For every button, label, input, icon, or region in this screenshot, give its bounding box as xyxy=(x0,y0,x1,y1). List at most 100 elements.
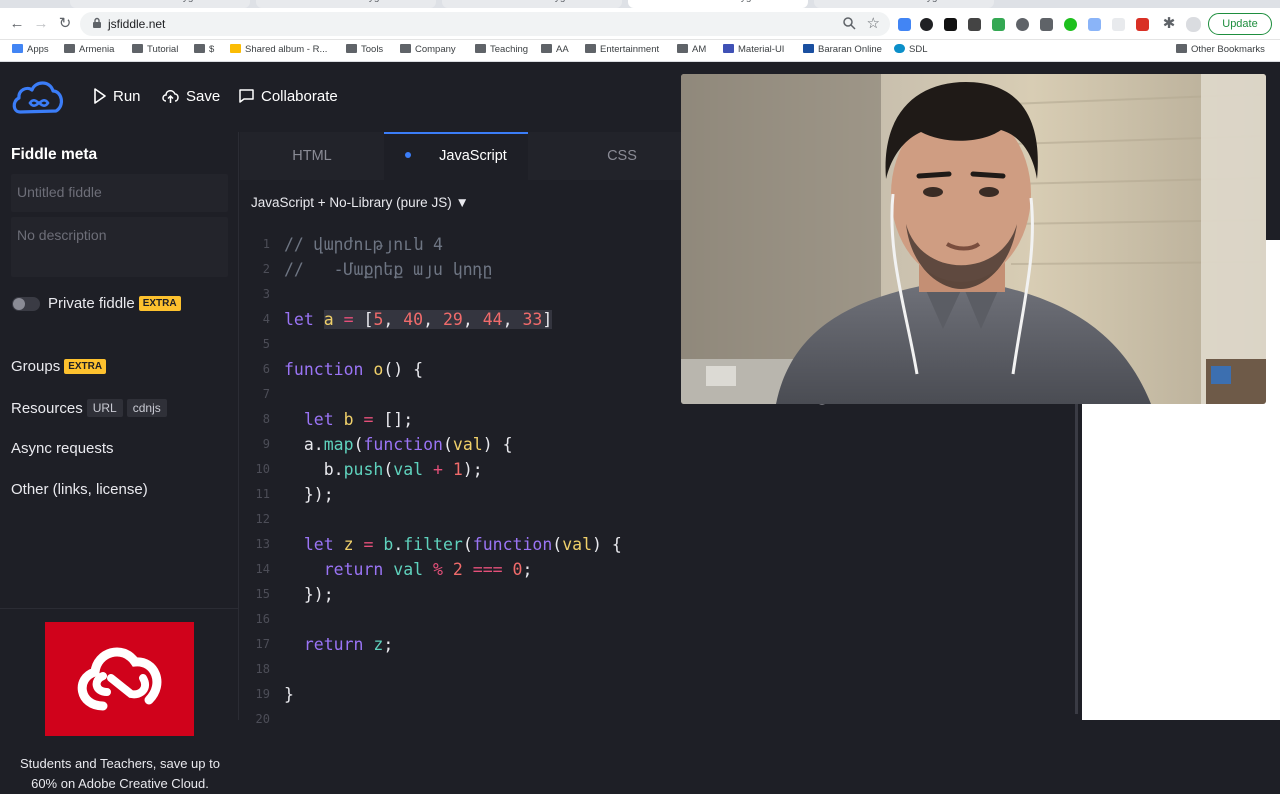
bookmark-folder[interactable]: Armenia xyxy=(64,44,114,55)
bookmark-link[interactable]: SDL xyxy=(894,44,927,55)
back-icon[interactable]: ← xyxy=(8,15,26,33)
bookmark-folder[interactable]: $ xyxy=(194,44,214,55)
bookmark-star-icon[interactable]: ☆ xyxy=(867,14,880,32)
folder-icon xyxy=(346,44,357,53)
extra-badge: EXTRA xyxy=(138,296,181,311)
fiddle-title-input[interactable]: Untitled fiddle xyxy=(11,174,228,212)
extension-icon[interactable] xyxy=(898,18,911,31)
folder-icon xyxy=(585,44,596,53)
extension-icon[interactable] xyxy=(1016,18,1029,31)
update-button[interactable]: Update xyxy=(1208,13,1272,35)
fiddle-description-input[interactable]: No description xyxy=(11,217,228,277)
extension-icon[interactable] xyxy=(1136,18,1149,31)
folder-icon xyxy=(132,44,143,53)
modified-dot-icon xyxy=(405,152,412,158)
bookmark-link[interactable]: Shared album - R... xyxy=(230,44,327,55)
tab-javascript[interactable]: JavaScript xyxy=(384,132,528,180)
ad-text[interactable]: Students and Teachers, save up to 60% on… xyxy=(8,754,232,794)
address-bar[interactable]: jsfiddle.net ☆ xyxy=(80,12,890,36)
resources-cdnjs-badge[interactable]: cdnjs xyxy=(126,399,167,417)
tab-html[interactable]: HTML xyxy=(240,132,384,180)
forward-icon[interactable]: → xyxy=(32,15,50,33)
code-line: 11 }); xyxy=(255,485,334,504)
sidebar-item-groups[interactable]: Groups EXTRA xyxy=(11,358,107,375)
browser-tab[interactable]: JSFiddle - Code Playground xyxy=(442,0,622,8)
photos-icon xyxy=(230,44,241,53)
webcam-video-overlay xyxy=(681,74,1266,404)
code-line: 10 b.push(val + 1); xyxy=(255,460,483,479)
run-button[interactable]: Run xyxy=(93,88,141,105)
browser-tab-strip: JSFiddle - Code Playground JSFiddle - Co… xyxy=(0,0,1280,8)
bookmark-link[interactable]: Material-UI xyxy=(723,44,784,55)
chat-icon xyxy=(239,89,254,103)
sidebar-item-async-requests[interactable]: Async requests xyxy=(11,440,114,457)
code-line: 13 let z = b.filter(function(val) { xyxy=(255,535,622,554)
tab-css[interactable]: CSS xyxy=(550,132,694,180)
save-button[interactable]: Save xyxy=(161,88,220,105)
bookmark-folder[interactable]: Company xyxy=(400,44,456,55)
code-line: 14 return val % 2 === 0; xyxy=(255,560,533,579)
private-fiddle-toggle[interactable] xyxy=(12,297,40,311)
webcam-person-image xyxy=(681,74,1266,404)
sdl-icon xyxy=(894,44,905,53)
bookmark-apps[interactable]: Apps xyxy=(12,44,49,55)
browser-tab-active[interactable]: JSFiddle - Code Playground xyxy=(628,0,808,8)
play-icon xyxy=(94,88,106,104)
code-line: 16 xyxy=(255,612,270,626)
ad-banner[interactable] xyxy=(45,622,194,736)
creative-cloud-logo xyxy=(77,647,162,711)
sidebar-item-other[interactable]: Other (links, license) xyxy=(11,481,148,498)
zoom-icon[interactable] xyxy=(842,16,856,30)
scrollbar[interactable] xyxy=(1075,404,1078,714)
extension-icon[interactable] xyxy=(944,18,957,31)
bararan-icon xyxy=(803,44,814,53)
sidebar-item-resources[interactable]: Resources URL cdnjs xyxy=(11,399,167,417)
extension-icon[interactable] xyxy=(992,18,1005,31)
collaborate-button[interactable]: Collaborate xyxy=(238,88,338,105)
apps-grid-icon xyxy=(12,44,23,53)
bookmark-folder[interactable]: Tools xyxy=(346,44,383,55)
browser-toolbar: ← → ↻ jsfiddle.net ☆ ✱ Update xyxy=(0,8,1280,40)
reload-icon[interactable]: ↻ xyxy=(56,15,74,33)
language-selector[interactable]: JavaScript + No-Library (pure JS) ▼ xyxy=(251,195,469,210)
code-line: 9 a.map(function(val) { xyxy=(262,435,513,454)
bookmark-link[interactable]: AM xyxy=(677,44,706,55)
bookmark-other[interactable]: Other Bookmarks xyxy=(1176,44,1265,55)
result-header xyxy=(1266,180,1280,240)
private-fiddle-label: Private fiddle EXTRA xyxy=(48,295,181,312)
puzzle-icon[interactable]: ✱ xyxy=(1160,15,1178,33)
bookmarks-bar: Apps Armenia Tutorial $ Shared album - R… xyxy=(0,40,1280,62)
folder-icon xyxy=(1176,44,1187,53)
sidebar-divider xyxy=(0,608,239,609)
extension-icon[interactable] xyxy=(1040,18,1053,31)
avatar[interactable] xyxy=(1186,17,1201,32)
jsfiddle-cloud-logo[interactable] xyxy=(10,76,66,118)
code-line: 8 let b = []; xyxy=(262,410,414,429)
folder-icon xyxy=(541,44,552,53)
browser-tab[interactable]: JSFiddle - Code Playground xyxy=(256,0,436,8)
resources-url-badge[interactable]: URL xyxy=(86,399,123,417)
folder-icon xyxy=(475,44,486,53)
font-icon xyxy=(677,44,688,53)
bookmark-folder[interactable]: Teaching xyxy=(475,44,528,55)
sidebar-title: Fiddle meta xyxy=(11,146,98,163)
code-line: 18 xyxy=(255,662,270,676)
bookmark-link[interactable]: Bararan Online xyxy=(803,44,882,55)
extension-icon[interactable] xyxy=(1112,18,1125,31)
browser-tab[interactable]: JSFiddle - Code Playground xyxy=(70,0,250,8)
bookmark-folder[interactable]: Entertainment xyxy=(585,44,659,55)
extension-icon[interactable] xyxy=(1088,18,1101,31)
code-line: 19} xyxy=(255,685,294,704)
bookmark-folder[interactable]: AA xyxy=(541,44,569,55)
extension-icon[interactable] xyxy=(920,18,933,31)
bookmark-folder[interactable]: Tutorial xyxy=(132,44,178,55)
url-text: jsfiddle.net xyxy=(108,17,166,31)
folder-icon xyxy=(400,44,411,53)
lock-icon xyxy=(93,17,101,28)
code-line: 15 }); xyxy=(255,585,334,604)
browser-tab[interactable]: JSFiddle - Code Playground xyxy=(814,0,994,8)
extension-icon[interactable] xyxy=(1064,18,1077,31)
material-ui-icon xyxy=(723,44,734,53)
extension-icon[interactable] xyxy=(968,18,981,31)
extra-badge: EXTRA xyxy=(64,359,107,374)
